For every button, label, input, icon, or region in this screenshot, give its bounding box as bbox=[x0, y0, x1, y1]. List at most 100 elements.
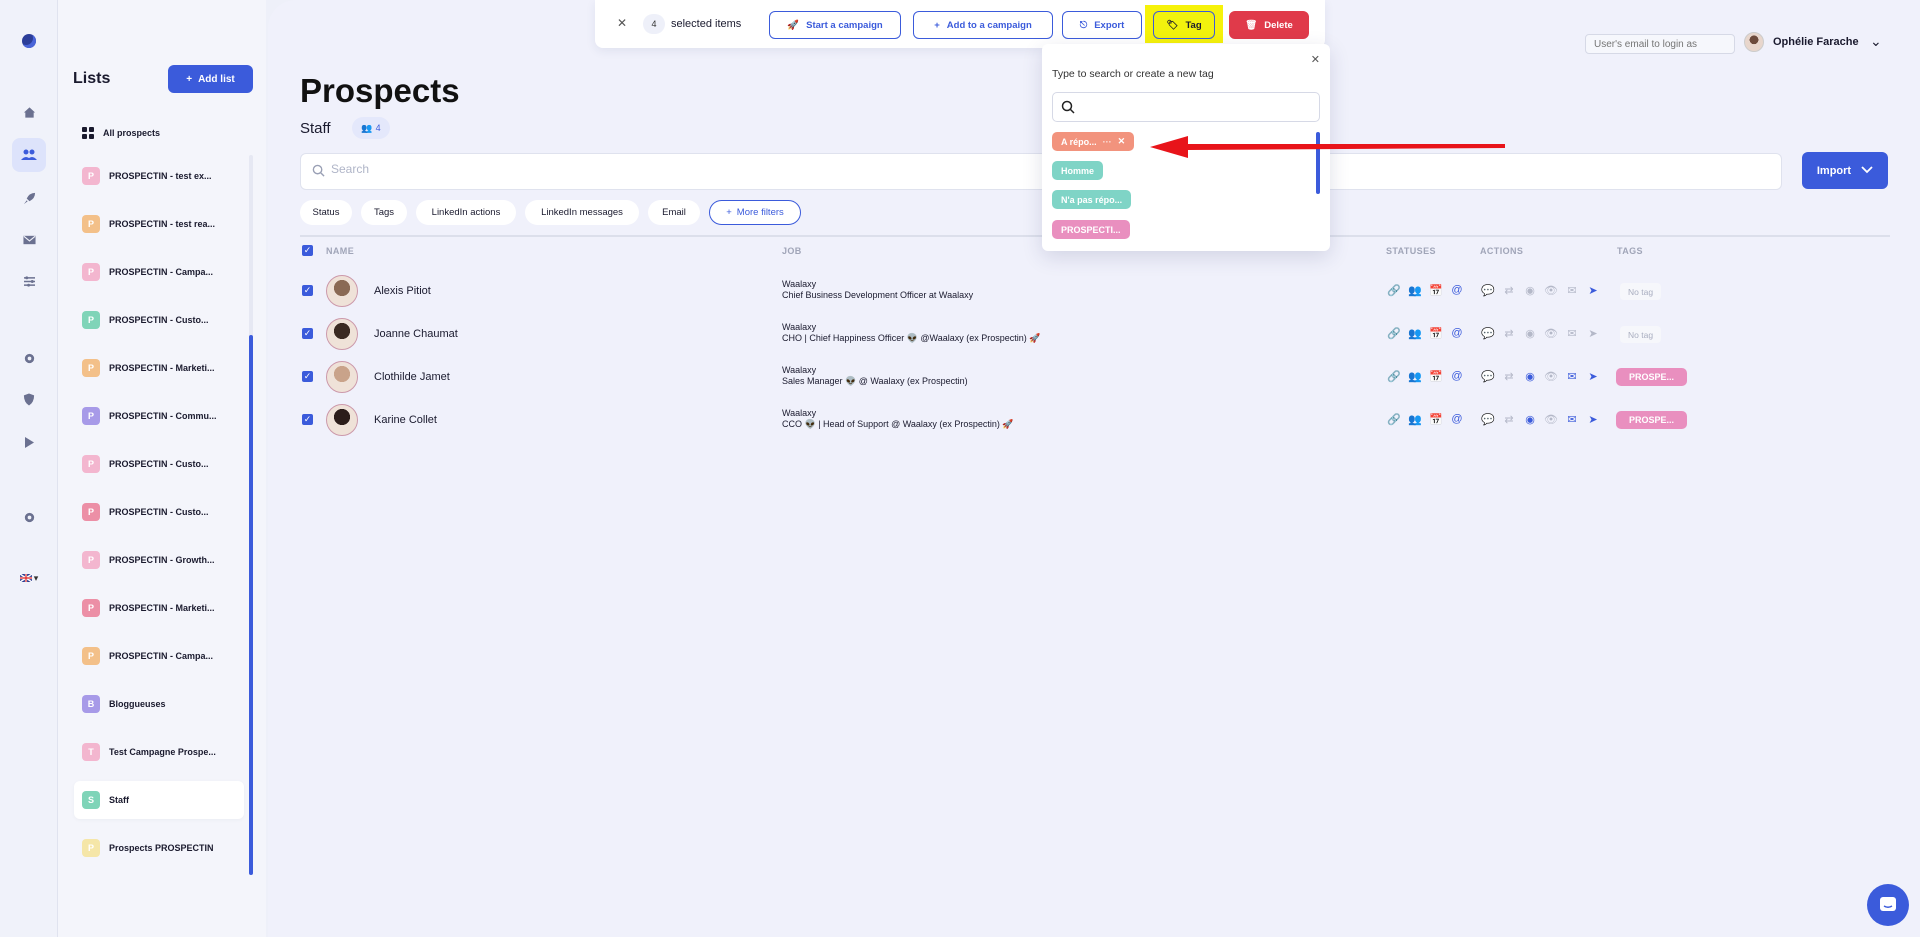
follow-icon[interactable]: ⇄ bbox=[1501, 282, 1517, 298]
sliders-icon[interactable] bbox=[17, 269, 41, 293]
send-icon[interactable]: ➤ bbox=[1585, 368, 1601, 384]
filter-linkedin-messages[interactable]: LinkedIn messages bbox=[525, 200, 639, 225]
link-icon[interactable]: 🔗 bbox=[1386, 282, 1402, 298]
send-icon[interactable]: ➤ bbox=[1585, 411, 1601, 427]
chevron-down-icon[interactable]: ⌄ bbox=[1870, 33, 1882, 50]
row-checkbox[interactable]: ✓ bbox=[302, 371, 313, 382]
user-name[interactable]: Ophélie Farache bbox=[1773, 36, 1859, 48]
prospect-name[interactable]: Clothilde Jamet bbox=[374, 371, 450, 383]
prospect-avatar[interactable] bbox=[326, 275, 358, 307]
list-item[interactable]: S Staff bbox=[74, 781, 244, 819]
filter-linkedin-actions[interactable]: LinkedIn actions bbox=[416, 200, 516, 225]
message-icon[interactable]: 💬 bbox=[1480, 411, 1496, 427]
gear-icon[interactable] bbox=[17, 505, 41, 529]
mail-icon[interactable] bbox=[17, 228, 41, 252]
add-to-campaign-button[interactable]: + Add to a campaign bbox=[913, 11, 1053, 39]
message-icon[interactable]: 💬 bbox=[1480, 368, 1496, 384]
prospect-avatar[interactable] bbox=[326, 404, 358, 436]
tag-search-input[interactable] bbox=[1052, 92, 1320, 122]
prospect-name[interactable]: Alexis Pitiot bbox=[374, 285, 431, 297]
tag-button[interactable]: 🏷 Tag bbox=[1153, 11, 1215, 39]
at-icon[interactable]: @ bbox=[1449, 368, 1465, 384]
login-as-input[interactable] bbox=[1585, 34, 1735, 54]
column-job[interactable]: JOB bbox=[782, 246, 802, 256]
link-icon[interactable]: 🔗 bbox=[1386, 325, 1402, 341]
tag-option-a-repondu[interactable]: A répo... ··· ✕ bbox=[1052, 132, 1135, 151]
delete-button[interactable]: 🗑 Delete bbox=[1229, 11, 1309, 39]
tag-option-na-pas-repondu[interactable]: N'a pas répo... bbox=[1052, 190, 1132, 209]
link-icon[interactable]: 🔗 bbox=[1386, 411, 1402, 427]
list-item[interactable]: P PROSPECTIN - Custo... bbox=[74, 445, 244, 483]
user-avatar[interactable] bbox=[1744, 32, 1764, 52]
list-item[interactable]: P Prospects PROSPECTIN bbox=[74, 829, 244, 867]
send-icon[interactable]: ➤ bbox=[1585, 282, 1601, 298]
language-flag-icon[interactable]: ▾ bbox=[17, 566, 41, 590]
visit-icon[interactable]: 👁 bbox=[1543, 325, 1559, 341]
column-name[interactable]: NAME bbox=[326, 246, 354, 256]
select-all-checkbox[interactable]: ✓ bbox=[302, 245, 313, 256]
ellipsis-icon[interactable]: ··· bbox=[1103, 137, 1112, 147]
list-item[interactable]: B Bloggueuses bbox=[74, 685, 244, 723]
rocket-icon[interactable] bbox=[17, 186, 41, 210]
prospect-name[interactable]: Karine Collet bbox=[374, 414, 437, 426]
follow-icon[interactable]: ⇄ bbox=[1501, 368, 1517, 384]
list-item[interactable]: P PROSPECTIN - Custo... bbox=[74, 493, 244, 531]
export-button[interactable]: ⎋ Export bbox=[1062, 11, 1142, 39]
rss-icon[interactable]: ◉ bbox=[1522, 282, 1538, 298]
email-icon[interactable]: ✉ bbox=[1564, 282, 1580, 298]
shield-icon[interactable] bbox=[17, 387, 41, 411]
table-row[interactable]: ✓ Clothilde Jamet Waalaxy Sales Manager 👽 @… bbox=[300, 356, 1700, 398]
calendar-icon[interactable]: 📅 bbox=[1428, 325, 1444, 341]
at-icon[interactable]: @ bbox=[1449, 325, 1465, 341]
email-icon[interactable]: ✉ bbox=[1564, 411, 1580, 427]
visit-icon[interactable]: 👁 bbox=[1543, 368, 1559, 384]
tag-option-homme[interactable]: Homme bbox=[1052, 161, 1104, 180]
clear-selection-icon[interactable]: ✕ bbox=[617, 16, 627, 30]
list-item[interactable]: P PROSPECTIN - Marketi... bbox=[74, 589, 244, 627]
search-input[interactable] bbox=[331, 162, 1031, 176]
prospect-name[interactable]: Joanne Chaumat bbox=[374, 328, 458, 340]
list-item[interactable]: P PROSPECTIN - Campa... bbox=[74, 253, 244, 291]
connection-icon[interactable]: 👥 bbox=[1407, 368, 1423, 384]
message-icon[interactable]: 💬 bbox=[1480, 325, 1496, 341]
prospect-avatar[interactable] bbox=[326, 361, 358, 393]
send-icon[interactable]: ➤ bbox=[1585, 325, 1601, 341]
lists-scrollbar-thumb[interactable] bbox=[249, 335, 253, 875]
calendar-icon[interactable]: 📅 bbox=[1428, 368, 1444, 384]
play-icon[interactable] bbox=[17, 430, 41, 454]
row-checkbox[interactable]: ✓ bbox=[302, 285, 313, 296]
filter-status[interactable]: Status bbox=[300, 200, 352, 225]
connection-icon[interactable]: 👥 bbox=[1407, 411, 1423, 427]
tag-pill[interactable]: PROSPE... bbox=[1616, 411, 1687, 429]
chat-support-button[interactable] bbox=[1867, 884, 1909, 926]
table-row[interactable]: ✓ Alexis Pitiot Waalaxy Chief Business Deve… bbox=[300, 270, 1700, 312]
list-item[interactable]: P PROSPECTIN - Growth... bbox=[74, 541, 244, 579]
row-checkbox[interactable]: ✓ bbox=[302, 414, 313, 425]
follow-icon[interactable]: ⇄ bbox=[1501, 411, 1517, 427]
list-item[interactable]: P PROSPECTIN - Campa... bbox=[74, 637, 244, 675]
at-icon[interactable]: @ bbox=[1449, 282, 1465, 298]
more-filters-button[interactable]: + More filters bbox=[709, 200, 801, 225]
remove-tag-icon[interactable]: ✕ bbox=[1118, 136, 1126, 147]
table-row[interactable]: ✓ Karine Collet Waalaxy CCO 👽 | Head of Sup… bbox=[300, 399, 1700, 441]
email-icon[interactable]: ✉ bbox=[1564, 368, 1580, 384]
list-item[interactable]: P PROSPECTIN - test ex... bbox=[74, 157, 244, 195]
visit-icon[interactable]: 👁 bbox=[1543, 411, 1559, 427]
list-item[interactable]: P PROSPECTIN - Marketi... bbox=[74, 349, 244, 387]
message-icon[interactable]: 💬 bbox=[1480, 282, 1496, 298]
search-bar[interactable] bbox=[300, 153, 1782, 190]
add-list-button[interactable]: + Add list bbox=[168, 65, 253, 93]
list-item[interactable]: P PROSPECTIN - test rea... bbox=[74, 205, 244, 243]
prospect-avatar[interactable] bbox=[326, 318, 358, 350]
calendar-icon[interactable]: 📅 bbox=[1428, 411, 1444, 427]
connection-icon[interactable]: 👥 bbox=[1407, 282, 1423, 298]
list-item[interactable]: P PROSPECTIN - Custo... bbox=[74, 301, 244, 339]
email-icon[interactable]: ✉ bbox=[1564, 325, 1580, 341]
import-button[interactable]: Import bbox=[1802, 152, 1888, 189]
connection-icon[interactable]: 👥 bbox=[1407, 325, 1423, 341]
all-prospects-item[interactable]: All prospects bbox=[82, 127, 160, 139]
settings-icon[interactable] bbox=[17, 346, 41, 370]
list-item[interactable]: P PROSPECTIN - Commu... bbox=[74, 397, 244, 435]
tag-pill[interactable]: PROSPE... bbox=[1616, 368, 1687, 386]
prospects-icon[interactable] bbox=[12, 138, 46, 172]
